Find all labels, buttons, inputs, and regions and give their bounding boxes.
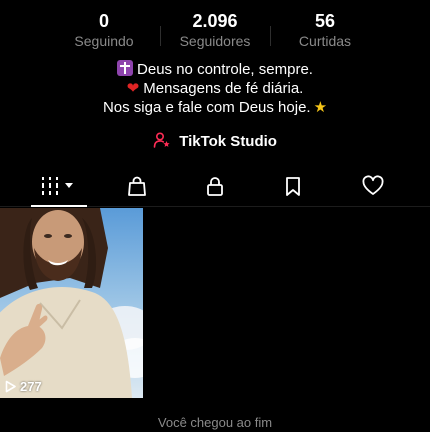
tab-videos[interactable] (29, 166, 89, 207)
profile-tabs (0, 166, 430, 207)
tiktok-studio-link[interactable]: TikTok Studio (0, 131, 430, 156)
grid-videos-icon (42, 177, 73, 195)
likes-count: 56 (314, 11, 336, 31)
tiktok-studio-label: TikTok Studio (179, 133, 277, 150)
tab-shop[interactable] (107, 166, 167, 206)
latin-cross-emoji-icon (117, 60, 134, 76)
followers-stat[interactable]: 2.096 Seguidores (160, 10, 270, 50)
tab-private[interactable] (185, 166, 245, 206)
video-views: 277 (4, 379, 42, 394)
bookmark-icon (286, 177, 300, 196)
person-star-icon (153, 131, 171, 156)
video-view-count: 277 (20, 379, 42, 394)
bio-line-3-text: Nos siga e fale com Deus hoje. (102, 99, 311, 116)
video-thumbnail[interactable]: 277 (0, 208, 143, 398)
likes-label: Curtidas (298, 33, 352, 49)
star-emoji-icon: ★ (313, 99, 328, 116)
video-thumbnail-image (0, 208, 143, 398)
bio-line-1-text: Deus no controle, sempre. (137, 61, 313, 78)
play-outline-icon (5, 380, 16, 393)
likes-stat[interactable]: 56 Curtidas (270, 10, 380, 50)
bio-line-2: ❤ Mensagens de fé diária. (0, 79, 430, 98)
lock-icon (207, 177, 223, 196)
tab-saved[interactable] (263, 166, 323, 206)
followers-count: 2.096 (192, 11, 238, 31)
profile-bio: Deus no controle, sempre. ❤ Mensagens de … (0, 60, 430, 117)
bio-line-2-text: Mensagens de fé diária. (143, 80, 304, 97)
bio-line-3: Nos siga e fale com Deus hoje. ★ (0, 98, 430, 117)
bio-line-1: Deus no controle, sempre. (0, 60, 430, 79)
following-count: 0 (98, 11, 109, 31)
followers-label: Seguidores (179, 33, 251, 49)
heart-icon (362, 175, 384, 195)
following-label: Seguindo (74, 33, 134, 49)
end-of-list-text: Você chegou ao fim (157, 415, 273, 430)
shopping-bag-icon (128, 176, 146, 196)
profile-stats: 0 Seguindo 2.096 Seguidores 56 Curtidas (0, 10, 430, 52)
tab-liked[interactable] (343, 166, 403, 206)
red-heart-emoji-icon: ❤ (126, 80, 140, 97)
following-stat[interactable]: 0 Seguindo (49, 10, 159, 50)
